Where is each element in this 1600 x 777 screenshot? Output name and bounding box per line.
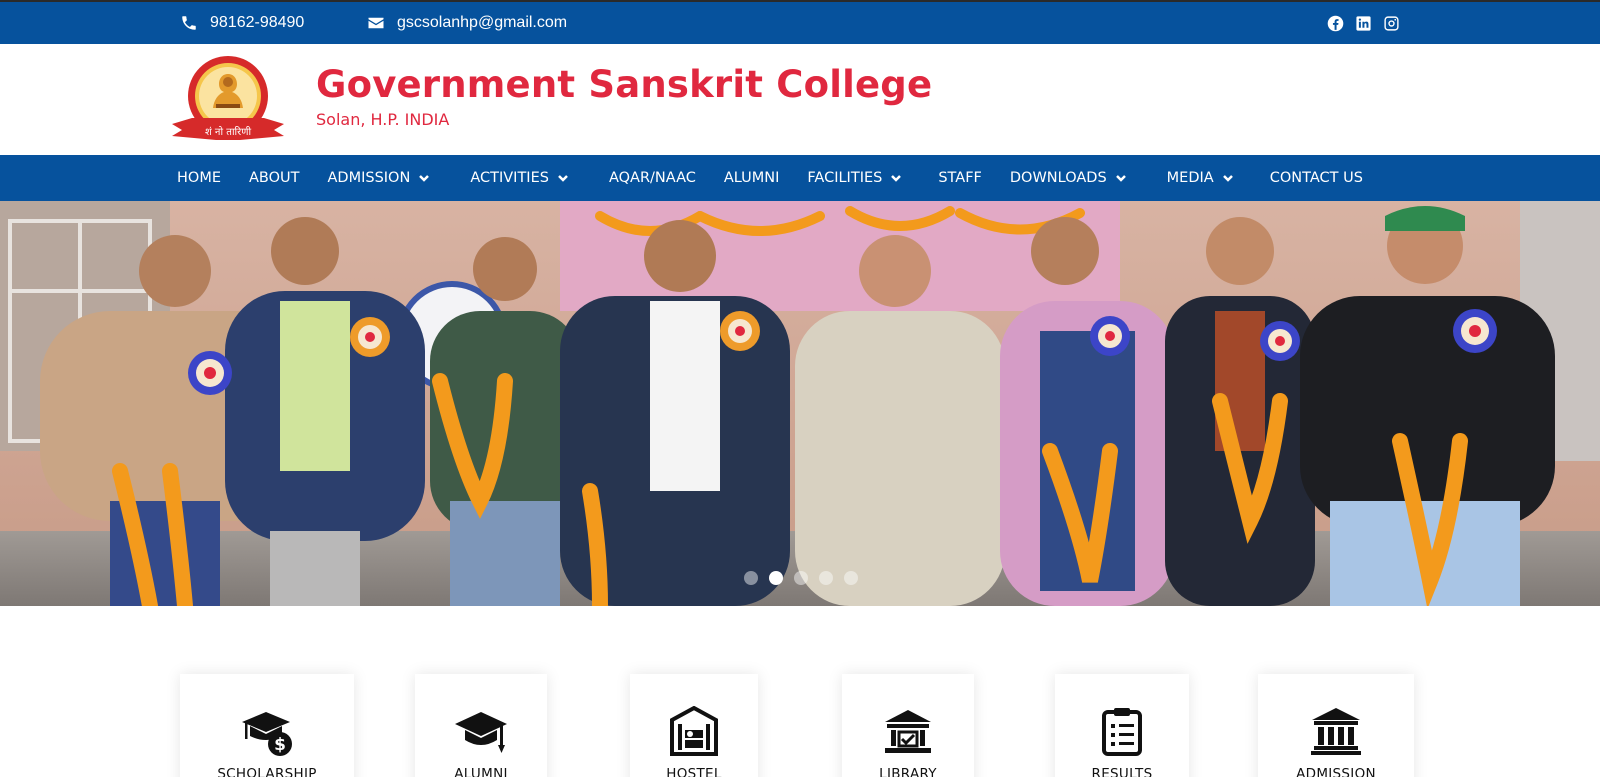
nav-item-activities[interactable]: ACTIVITIES [470, 170, 569, 186]
card-admission[interactable]: ADMISSION [1258, 674, 1414, 777]
card-label: HOSTEL [666, 766, 722, 777]
nav-item-label: HOME [177, 170, 221, 186]
card-library[interactable]: LIBRARY [842, 674, 974, 777]
card-label: RESULTS [1091, 766, 1153, 777]
quick-links: $ SCHOLARSHIP ALUMNI HOSTEL LIBRARY RESULTS AD… [0, 606, 1600, 777]
nav-item-label: ABOUT [249, 170, 300, 186]
card-hostel[interactable]: HOSTEL [630, 674, 758, 777]
card-results[interactable]: RESULTS [1055, 674, 1189, 777]
card-label: SCHOLARSHIP [217, 766, 317, 777]
facebook-icon[interactable] [1326, 14, 1344, 32]
nav-item-staff[interactable]: STAFF [938, 170, 982, 186]
carousel-dot[interactable] [794, 571, 808, 585]
college-logo[interactable]: शं नो तारिणी [170, 54, 286, 146]
phone-icon [182, 16, 196, 30]
social-links [1326, 14, 1400, 32]
nav-item-label: AQAR/NAAC [608, 170, 696, 186]
nav-item-about[interactable]: ABOUT [249, 170, 300, 186]
library-icon [881, 706, 935, 756]
email-contact[interactable]: gscsolanhp@gmail.com [367, 14, 567, 32]
nav-item-label: FACILITIES [807, 170, 883, 186]
chevron-down-icon [1115, 172, 1127, 184]
nav-item-media[interactable]: MEDIA [1167, 170, 1234, 186]
hostel-icon [667, 705, 721, 756]
chevron-down-icon [1222, 172, 1234, 184]
envelope-icon [368, 17, 384, 29]
top-bar: 98162-98490 gscsolanhp@gmail.com [0, 0, 1600, 44]
svg-text:शं नो तारिणी: शं नो तारिणी [205, 126, 251, 138]
linkedin-icon[interactable] [1354, 14, 1372, 32]
card-label: ADMISSION [1296, 766, 1376, 777]
site-header: शं नो तारिणी Government Sanskrit College… [0, 44, 1600, 155]
nav-item-label: STAFF [938, 170, 982, 186]
carousel-photo [0, 201, 1600, 606]
clipboard-icon [1095, 706, 1149, 756]
nav-item-admission[interactable]: ADMISSION [328, 170, 431, 186]
nav-item-home[interactable]: HOME [177, 170, 221, 186]
phone-number: 98162-98490 [210, 14, 305, 31]
chevron-down-icon [418, 172, 430, 184]
phone-contact[interactable]: 98162-98490 [180, 14, 304, 32]
carousel-dot[interactable] [769, 571, 783, 585]
nav-item-label: MEDIA [1166, 170, 1214, 186]
graduation-cap-icon [454, 706, 508, 756]
card-scholarship[interactable]: $ SCHOLARSHIP [180, 674, 354, 777]
college-title[interactable]: Government Sanskrit College [316, 63, 932, 106]
carousel-dot[interactable] [844, 571, 858, 585]
email-address: gscsolanhp@gmail.com [397, 14, 568, 31]
college-location: Solan, H.P. INDIA [316, 110, 450, 129]
card-label: LIBRARY [879, 766, 937, 777]
nav-item-aqar-naac[interactable]: AQAR/NAAC [609, 170, 696, 186]
hero-carousel[interactable] [0, 201, 1600, 606]
nav-item-label: DOWNLOADS [1009, 170, 1107, 186]
carousel-indicators [744, 571, 858, 585]
nav-item-label: ALUMNI [723, 170, 780, 186]
nav-item-contact-us[interactable]: CONTACT US [1270, 170, 1363, 186]
nav-item-label: CONTACT US [1269, 170, 1363, 186]
nav-item-alumni[interactable]: ALUMNI [724, 170, 780, 186]
chevron-down-icon [890, 172, 902, 184]
nav-item-downloads[interactable]: DOWNLOADS [1010, 170, 1127, 186]
nav-item-label: ACTIVITIES [470, 170, 549, 186]
main-navigation: HOME ABOUT ADMISSION ACTIVITIES AQAR/NAAC ALU… [0, 155, 1600, 201]
card-alumni[interactable]: ALUMNI [415, 674, 547, 777]
instagram-icon[interactable] [1382, 14, 1400, 32]
nav-item-label: ADMISSION [327, 170, 411, 186]
svg-text:$: $ [274, 735, 286, 755]
nav-item-facilities[interactable]: FACILITIES [807, 170, 902, 186]
carousel-dot[interactable] [819, 571, 833, 585]
carousel-dot[interactable] [744, 571, 758, 585]
institution-icon [1309, 706, 1363, 756]
chevron-down-icon [557, 172, 569, 184]
card-label: ALUMNI [454, 766, 508, 777]
scholarship-icon: $ [240, 706, 294, 756]
